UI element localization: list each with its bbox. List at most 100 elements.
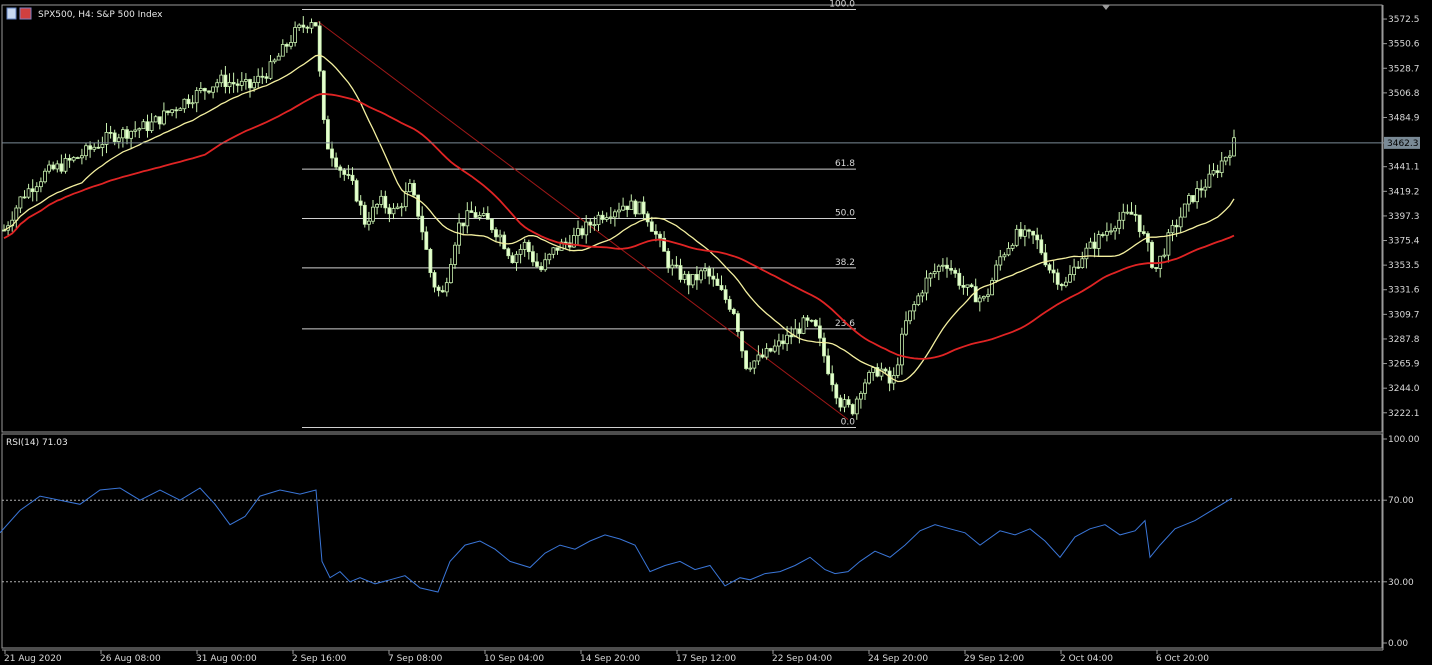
candle-bull: [1207, 173, 1212, 188]
candle-bull: [982, 296, 986, 299]
candle-bull: [1084, 247, 1089, 260]
candle-bear: [768, 348, 773, 352]
candle-bull: [543, 259, 548, 271]
candle-bear: [633, 200, 638, 215]
candle-bull: [137, 128, 142, 131]
price-tick-label: 3506.8: [1388, 89, 1420, 99]
candle-bull: [842, 399, 847, 408]
candle-bull: [444, 282, 449, 293]
candle-bear: [350, 174, 355, 182]
candle-bear: [428, 249, 433, 273]
candle-bull: [448, 264, 453, 284]
candle-bull: [453, 244, 457, 265]
candle-bear: [1043, 252, 1048, 266]
candle-bull: [198, 88, 203, 91]
candle-bear: [715, 278, 720, 286]
price-tick-label: 3397.3: [1388, 212, 1420, 222]
candle-bear: [51, 164, 56, 170]
candle-bear: [334, 157, 339, 168]
candle-bull: [777, 340, 781, 347]
candle-bear: [157, 116, 162, 125]
fibonacci-trendline[interactable]: [317, 21, 849, 420]
candle-bear: [666, 250, 671, 269]
candle-bull: [1014, 228, 1019, 246]
candle-bear: [342, 169, 347, 175]
candle-bull: [182, 98, 187, 110]
candle-bull: [863, 382, 867, 394]
candle-bear: [440, 290, 445, 293]
candle-bear: [260, 75, 265, 78]
candle-bull: [161, 110, 166, 125]
candle-bull: [547, 253, 552, 261]
fib-level-label: 50.0: [835, 209, 855, 219]
candle-bull: [514, 253, 519, 264]
chart-canvas[interactable]: SPX500, H4: S&P 500 Index 3572.53550.635…: [0, 0, 1432, 665]
candle-bull: [133, 129, 138, 132]
rsi-tick-label: 70.00: [1388, 496, 1414, 506]
candle-bull: [1088, 241, 1093, 249]
candle-bull: [522, 241, 527, 250]
candle-bear: [600, 214, 605, 220]
candle-bear: [346, 174, 351, 176]
candle-bull: [215, 82, 220, 88]
candle-bear: [30, 188, 35, 193]
candle-bear: [731, 308, 736, 315]
time-tick-label: 22 Sep 04:00: [772, 654, 832, 664]
candle-bull: [608, 216, 613, 219]
candle-bull: [621, 205, 625, 211]
candle-bull: [1182, 203, 1187, 218]
candle-bear: [473, 212, 478, 218]
candle-bear: [674, 264, 679, 267]
rsi-line: [0, 487, 1233, 593]
candle-bear: [207, 90, 211, 93]
candle-bear: [436, 286, 441, 291]
candle-bear: [555, 247, 560, 251]
candle-bear: [1215, 170, 1220, 173]
candle-bear: [883, 368, 888, 372]
candle-bull: [670, 264, 675, 269]
candle-bull: [584, 221, 589, 236]
candle-bull: [481, 213, 486, 216]
time-tick-label: 31 Aug 00:00: [196, 654, 257, 664]
candle-bear: [1100, 234, 1105, 236]
candle-bear: [645, 213, 650, 223]
candle-bear: [354, 180, 359, 202]
rsi-pane-frame: [1, 433, 1383, 649]
candle-bull: [1023, 229, 1027, 237]
candle-bear: [1018, 228, 1023, 237]
candle-bull: [1006, 247, 1011, 256]
candle-bull: [1113, 227, 1117, 232]
candle-bear: [744, 350, 748, 369]
candle-bear: [686, 273, 691, 286]
time-tick-label: 6 Oct 20:00: [1156, 654, 1209, 664]
candle-bear: [284, 44, 289, 47]
candle-bull: [576, 228, 580, 236]
candle-bear: [223, 74, 228, 88]
candle-bull: [465, 210, 470, 227]
candle-bull: [916, 295, 921, 305]
candle-bull: [998, 256, 1003, 266]
candle-bull: [1223, 156, 1228, 162]
candle-bear: [846, 399, 851, 405]
candle-bull: [80, 155, 84, 159]
candle-bull: [55, 163, 60, 170]
candle-bear: [953, 269, 958, 274]
candle-bull: [801, 317, 806, 334]
candle-bear: [1076, 266, 1081, 269]
candle-bull: [596, 214, 601, 226]
candle-bull: [592, 224, 597, 227]
candle-bear: [760, 354, 765, 358]
candle-bull: [272, 59, 277, 63]
candle-bear: [424, 231, 429, 250]
candle-bear: [67, 157, 72, 161]
chart-shift-marker[interactable]: [1102, 5, 1110, 10]
candle-bull: [617, 209, 621, 213]
candle-bear: [822, 337, 826, 357]
candle-bear: [330, 148, 334, 159]
candle-bear: [588, 221, 593, 226]
candle-bull: [752, 360, 757, 369]
candle-bull: [1068, 274, 1072, 283]
candle-bull: [276, 55, 281, 61]
candle-bear: [805, 317, 810, 321]
candle-bear: [305, 26, 310, 29]
